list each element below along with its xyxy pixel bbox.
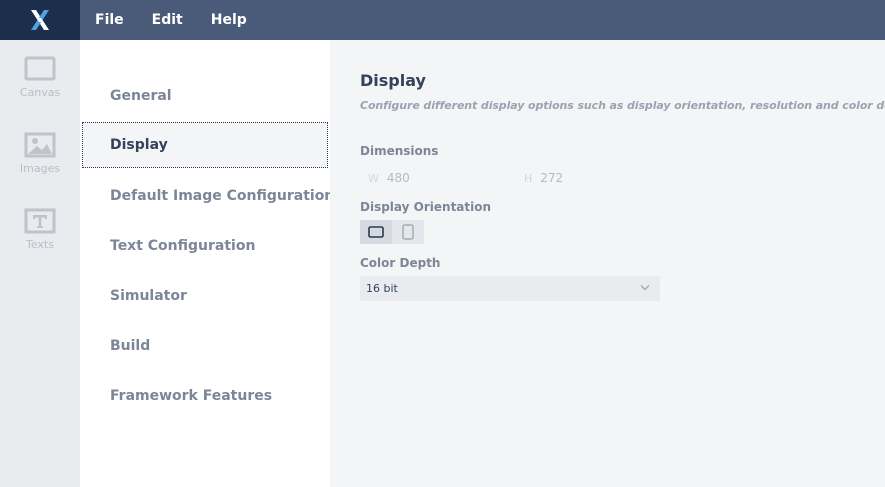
- landscape-icon: [368, 226, 384, 238]
- color-depth-value: 16 bit: [366, 282, 398, 295]
- canvas-icon: [24, 56, 56, 81]
- color-depth-select[interactable]: 16 bit: [360, 276, 660, 301]
- height-prefix: H: [524, 171, 533, 185]
- width-field: W: [368, 171, 487, 185]
- page-subtitle: Configure different display options such…: [360, 99, 885, 112]
- menu-help[interactable]: Help: [197, 0, 261, 40]
- menu-bar: File Edit Help: [0, 0, 885, 40]
- app-logo: [0, 0, 80, 40]
- nav-item-text-configuration[interactable]: Text Configuration: [82, 223, 328, 269]
- rail-label-texts: Texts: [26, 238, 54, 251]
- landscape-button[interactable]: [360, 220, 392, 244]
- tool-rail: Canvas Images Texts: [0, 40, 80, 487]
- nav-item-default-image-configuration[interactable]: Default Image Configuration: [82, 173, 334, 219]
- orientation-toggle: [360, 220, 424, 244]
- display-settings-panel: Display Configure different display opti…: [330, 40, 885, 487]
- rail-label-canvas: Canvas: [19, 86, 61, 99]
- width-prefix: W: [368, 171, 379, 185]
- nav-item-framework-features[interactable]: Framework Features: [82, 373, 328, 419]
- settings-nav: General Display Default Image Configurat…: [80, 40, 334, 487]
- dimensions-label: Dimensions: [360, 144, 439, 158]
- nav-item-build[interactable]: Build: [82, 323, 328, 369]
- width-input[interactable]: [386, 171, 487, 185]
- nav-item-simulator[interactable]: Simulator: [82, 273, 328, 319]
- portrait-button[interactable]: [392, 220, 424, 244]
- main-menu: File Edit Help: [80, 0, 261, 40]
- page-title: Display: [360, 71, 426, 90]
- menu-file[interactable]: File: [80, 0, 138, 40]
- text-icon: [24, 208, 56, 234]
- height-input[interactable]: [540, 171, 641, 185]
- chevron-down-icon: [640, 285, 650, 291]
- portrait-icon: [402, 224, 414, 240]
- nav-item-general[interactable]: General: [82, 73, 328, 119]
- height-field: H: [524, 171, 641, 185]
- color-depth-label: Color Depth: [360, 256, 441, 270]
- orientation-label: Display Orientation: [360, 200, 492, 214]
- rail-item-canvas[interactable]: Canvas: [0, 56, 80, 126]
- rail-label-images: Images: [19, 162, 61, 175]
- rail-item-images[interactable]: Images: [0, 132, 80, 202]
- rail-item-texts[interactable]: Texts: [0, 208, 80, 278]
- image-icon: [24, 132, 56, 158]
- nav-item-display[interactable]: Display: [82, 122, 328, 168]
- menu-edit[interactable]: Edit: [138, 0, 197, 40]
- x-logo-icon: [31, 10, 49, 30]
